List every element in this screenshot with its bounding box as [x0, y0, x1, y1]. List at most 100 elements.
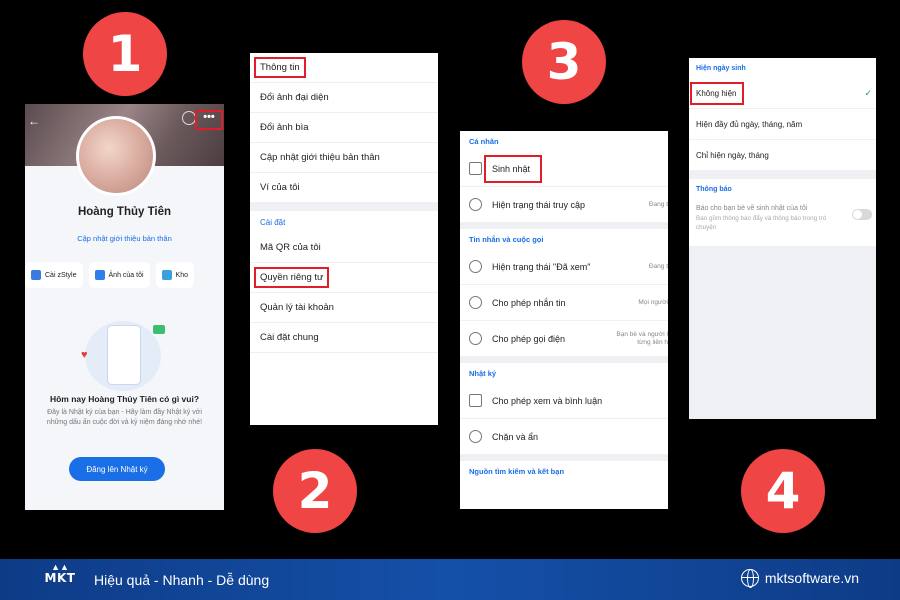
profile-shortcuts: Cài zStyle Ảnh của tôi Kho — [25, 262, 224, 288]
messages-section-header: Tin nhắn và cuộc gọi — [469, 234, 544, 244]
allow-calls-row[interactable]: Cho phép gọi điện Bạn bè và người l từng … — [460, 321, 668, 357]
phone-illustration-icon — [107, 325, 141, 385]
row-label: Cho phép gọi điện — [492, 333, 566, 344]
chat-icon — [469, 296, 482, 309]
back-arrow-icon[interactable]: ← — [28, 114, 40, 128]
option-show-day-month[interactable]: Chỉ hiện ngày, tháng — [689, 140, 876, 171]
privacy-screen: Cá nhân Sinh nhật Hiện trạng thái truy c… — [460, 131, 668, 509]
diary-illustration: ♥ — [81, 319, 165, 395]
chat-bubble-icon — [153, 325, 165, 334]
diary-description: Đây là Nhật ký của bạn - Hãy làm đầy Nhậ… — [46, 409, 203, 426]
website-link[interactable]: mktsoftware.vn — [740, 569, 859, 588]
notification-section-header: Thông báo — [696, 185, 732, 193]
step-number-1: 1 — [83, 12, 167, 96]
row-value-line: từng liên h — [637, 338, 668, 346]
profile-name: Hoàng Thủy Tiên — [77, 206, 172, 218]
option-label: Hiện đầy đủ ngày, tháng, năm — [696, 119, 803, 129]
profile-menu-screen: Thông tin Đổi ảnh đại diện Đổi ảnh bìa C… — [250, 53, 438, 425]
option-show-full-date[interactable]: Hiện đầy đủ ngày, tháng, năm — [689, 109, 876, 140]
diary-section-header: Nhật ký — [469, 368, 497, 378]
chip-label: Kho — [175, 271, 189, 279]
menu-item-privacy[interactable]: Quyền riêng tư — [250, 263, 438, 293]
row-label: Hiện trạng thái "Đã xem" — [492, 261, 591, 272]
birthday-row[interactable]: Sinh nhật — [460, 151, 668, 187]
logo-mark-icon: ▲▲ — [51, 561, 69, 572]
birthday-settings-screen: Hiện ngày sinh Không hiện ✓ Hiện đầy đủ … — [689, 58, 876, 419]
row-label: Cho phép xem và bình luận — [492, 395, 603, 406]
storage-icon — [161, 270, 172, 280]
menu-item-label: Cập nhật giới thiệu bản thân — [260, 152, 380, 163]
menu-item-wallet[interactable]: Ví của tôi — [250, 173, 438, 203]
update-intro-link[interactable]: Cập nhật giới thiệu bản thân — [25, 234, 224, 243]
menu-item-label: Ví của tôi — [260, 182, 300, 193]
menu-item-label: Thông tin — [254, 57, 306, 78]
row-label: Sinh nhật — [483, 154, 543, 183]
photo-icon — [94, 270, 105, 280]
seen-icon — [469, 260, 482, 273]
storage-chip[interactable]: Kho — [155, 262, 195, 288]
profile-screen: ← ••• Hoàng Thủy Tiên Cập nhật giới thiệ… — [25, 104, 224, 510]
notification-subtitle: Bao gồm thông báo đẩy và thông báo trong… — [696, 215, 827, 231]
menu-item-label: Đổi ảnh đại diện — [260, 92, 329, 103]
clock-icon[interactable] — [182, 111, 196, 125]
edit-icon — [469, 394, 482, 407]
seen-status-row[interactable]: Hiện trạng thái "Đã xem" Đang t — [460, 249, 668, 285]
slogan: Hiệu quả - Nhanh - Dễ dùng — [94, 571, 270, 588]
phone-icon — [469, 332, 482, 345]
option-label: Chỉ hiện ngày, tháng — [696, 150, 769, 160]
row-value: Bạn bè và người l từng liên h — [616, 331, 668, 347]
divider — [250, 203, 438, 211]
chip-label: Ảnh của tôi — [108, 271, 144, 279]
calendar-icon — [469, 162, 482, 175]
zstyle-icon — [31, 270, 41, 280]
diary-prompt: Hôm nay Hoàng Thủy Tiên có gì vui? — [49, 394, 200, 404]
menu-item-account[interactable]: Quản lý tài khoản — [250, 293, 438, 323]
my-photos-chip[interactable]: Ảnh của tôi — [88, 262, 150, 288]
allow-messages-row[interactable]: Cho phép nhắn tin Mọi người — [460, 285, 668, 321]
mkt-logo: ▲▲ MKT — [40, 561, 80, 597]
website-url: mktsoftware.vn — [764, 570, 859, 586]
check-icon: ✓ — [864, 87, 872, 98]
menu-item-update-intro[interactable]: Cập nhật giới thiệu bản thân — [250, 143, 438, 173]
block-icon — [469, 430, 482, 443]
globe-icon — [740, 569, 759, 588]
notification-title: Báo cho bạn bè về sinh nhật của tôi — [696, 205, 808, 212]
option-hide-birthday[interactable]: Không hiện ✓ — [689, 78, 876, 109]
settings-section-header: Cài đặt — [260, 217, 286, 227]
empty-area — [689, 246, 876, 419]
row-value-line: Bạn bè và người l — [616, 330, 668, 338]
birthday-notification-row: Báo cho bạn bè về sinh nhật của tôi Bao … — [689, 199, 876, 232]
menu-item-label: Đổi ảnh bìa — [260, 122, 309, 133]
step-number-4: 4 — [741, 449, 825, 533]
row-label: Hiện trạng thái truy cập — [492, 199, 586, 210]
menu-item-label: Quyền riêng tư — [253, 267, 330, 288]
row-value: Đang t — [648, 200, 668, 208]
option-label: Không hiện — [689, 81, 745, 105]
step-number-2: 2 — [273, 449, 357, 533]
divider — [689, 171, 876, 179]
footer-bar: ▲▲ MKT Hiệu quả - Nhanh - Dễ dùng mktsof… — [0, 559, 900, 600]
more-options-button[interactable]: ••• — [195, 110, 223, 130]
menu-item-change-cover[interactable]: Đổi ảnh bìa — [250, 113, 438, 143]
block-hide-row[interactable]: Chặn và ẩn — [460, 419, 668, 455]
allow-comments-row[interactable]: Cho phép xem và bình luận — [460, 383, 668, 419]
menu-item-change-avatar[interactable]: Đổi ảnh đại diện — [250, 83, 438, 113]
logo-text: MKT — [44, 570, 76, 585]
notification-toggle[interactable] — [852, 209, 872, 220]
access-status-row[interactable]: Hiện trạng thái truy cập Đang t — [460, 187, 668, 223]
row-value: Đang t — [648, 262, 668, 270]
row-value: Mọi người — [638, 298, 668, 306]
avatar[interactable] — [76, 116, 156, 196]
user-status-icon — [469, 198, 482, 211]
menu-item-label: Quản lý tài khoản — [260, 302, 334, 313]
menu-item-label: Mã QR của tôi — [260, 242, 321, 253]
menu-item-qr[interactable]: Mã QR của tôi — [250, 233, 438, 263]
post-diary-button[interactable]: Đăng lên Nhật ký — [69, 457, 165, 481]
zstyle-chip[interactable]: Cài zStyle — [25, 262, 83, 288]
search-section-header: Nguồn tìm kiếm và kết bạn — [469, 466, 565, 476]
step-number-3: 3 — [522, 20, 606, 104]
menu-item-info[interactable]: Thông tin — [250, 53, 438, 83]
menu-item-label: Cài đặt chung — [260, 332, 319, 343]
menu-item-general[interactable]: Cài đặt chung — [250, 323, 438, 353]
birthday-section-header: Hiện ngày sinh — [696, 64, 746, 72]
